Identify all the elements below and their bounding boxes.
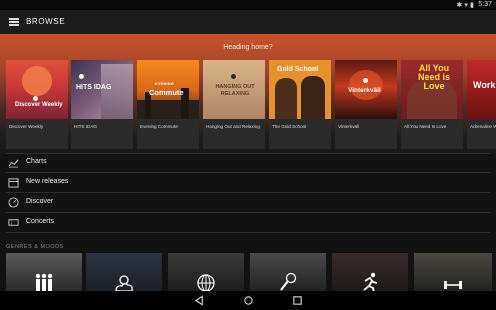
playlist-cover-text: Vinterkväll	[348, 87, 381, 94]
genre-tile[interactable]	[414, 253, 492, 291]
app-bar: BROWSE	[0, 10, 496, 34]
spotify-badge-icon	[231, 74, 236, 79]
genres-section-title: GENRES & MOODS	[6, 244, 64, 250]
playlist-label: HITS IDAG	[74, 124, 97, 129]
playlist-label: Adrenaline Wo	[470, 124, 496, 129]
status-bar: ✱ ▾ ▮ 5:37	[0, 0, 496, 10]
playlist-cover-text: Commute	[149, 88, 184, 97]
playlist-label: Discover Weekly	[9, 124, 44, 129]
playlist-label: All You Need Is Love	[404, 124, 447, 129]
playlist-cover: Vinterkväll	[335, 60, 397, 119]
playlist-card[interactable]: Discover Weekly Discover Weekly	[6, 60, 68, 149]
menu-item-charts[interactable]: Charts	[0, 153, 496, 172]
playlist-carousel[interactable]: Discover Weekly Discover Weekly HITS IDA…	[6, 60, 496, 150]
genre-tile[interactable]	[86, 253, 162, 291]
playlist-cover: HITS IDAG	[71, 60, 133, 119]
playlist-card[interactable]: EVENING Commute Evening Commute	[137, 60, 199, 149]
microphone-icon	[280, 272, 297, 291]
spotify-badge-icon	[79, 74, 84, 79]
playlist-card[interactable]: Gold School The Gold School	[269, 60, 331, 149]
genres-row[interactable]	[0, 253, 496, 291]
runner-icon	[363, 272, 378, 291]
status-time: 5:37	[478, 1, 492, 8]
playlist-cover-text: Discover Weekly	[15, 102, 63, 108]
page-title: BROWSE	[26, 17, 66, 26]
playlist-cover: All You Need is Love	[401, 60, 463, 119]
menu-item-discover[interactable]: Discover	[0, 193, 496, 212]
menu-icon[interactable]	[9, 18, 19, 26]
playlist-cover: EVENING Commute	[137, 60, 199, 119]
menu-item-label: Concerts	[26, 218, 55, 225]
back-icon[interactable]	[194, 295, 205, 306]
playlist-cover: Discover Weekly	[6, 60, 68, 119]
playlist-card[interactable]: Work Adrenaline Wo	[467, 60, 496, 149]
playlist-label: Evening Commute	[140, 124, 178, 129]
menu-item-label: Discover	[26, 198, 54, 205]
dumbbell-icon	[444, 281, 462, 289]
compass-icon	[8, 197, 19, 208]
home-icon[interactable]	[243, 295, 254, 306]
genre-tile[interactable]	[168, 253, 244, 291]
calendar-icon	[8, 178, 19, 188]
spotify-badge-icon	[33, 96, 38, 101]
people-icon	[35, 273, 53, 291]
playlist-cover: Work	[467, 60, 496, 119]
menu-item-label: New releases	[26, 178, 69, 185]
playlist-cover: Gold School	[269, 60, 331, 119]
playlist-cover-text: HANGING OUT RELAXING	[215, 84, 255, 97]
playlist-cover-text: Gold School	[277, 66, 319, 73]
disco-ball-icon	[197, 274, 215, 291]
menu-item-label: Charts	[26, 158, 47, 165]
chart-icon	[8, 159, 19, 168]
playlist-card[interactable]: HANGING OUT RELAXING Hanging Out and Rel…	[203, 60, 265, 149]
genre-tile[interactable]	[6, 253, 82, 291]
playlist-label: The Gold School	[272, 124, 307, 129]
divider	[6, 232, 490, 233]
menu-item-new-releases[interactable]: New releases	[0, 173, 496, 192]
playlist-cover-kicker: EVENING	[155, 82, 175, 86]
status-icons: ✱ ▾ ▮	[456, 1, 474, 9]
playlist-card[interactable]: All You Need is Love All You Need Is Lov…	[401, 60, 463, 149]
playlist-card[interactable]: HITS IDAG HITS IDAG	[71, 60, 133, 149]
playlist-cover: HANGING OUT RELAXING	[203, 60, 265, 119]
genre-tile[interactable]	[332, 253, 408, 291]
spotify-badge-icon	[363, 78, 368, 83]
playlist-cover-text: HITS IDAG	[76, 84, 112, 91]
menu-item-concerts[interactable]: Concerts	[0, 213, 496, 232]
playlist-cover-text: All You Need is Love	[417, 63, 450, 91]
playlist-card[interactable]: Vinterkväll Vinterkväll	[335, 60, 397, 149]
cloud-sun-icon	[115, 275, 133, 291]
recents-icon[interactable]	[292, 295, 303, 306]
hero-heading: Heading home?	[223, 44, 273, 51]
playlist-label: Hanging Out and Relaxing	[206, 124, 260, 129]
ticket-icon	[8, 219, 19, 226]
playlist-label: Vinterkväll	[338, 124, 360, 129]
genre-tile[interactable]	[250, 253, 326, 291]
system-nav-bar	[0, 291, 496, 310]
playlist-cover-text: Work	[473, 80, 496, 90]
